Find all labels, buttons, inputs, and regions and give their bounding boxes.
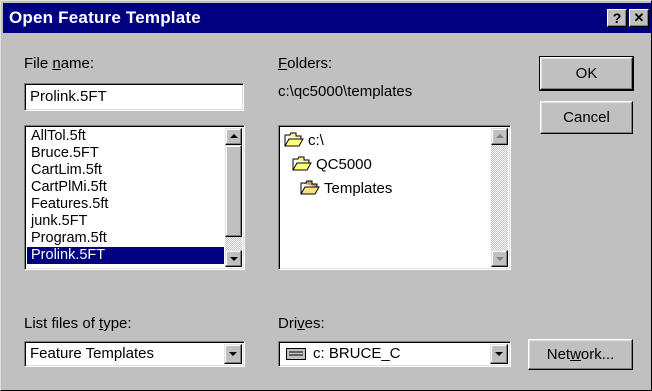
up-arrow-icon	[496, 134, 504, 138]
file-type-value: Feature Templates	[30, 345, 154, 362]
folder-tree-scrollbar[interactable]	[491, 128, 508, 267]
network-button[interactable]: Network...	[528, 339, 633, 370]
scroll-track[interactable]	[225, 237, 242, 250]
dialog-title: Open Feature Template	[9, 8, 201, 27]
down-arrow-icon	[496, 257, 504, 261]
chevron-down-icon	[495, 352, 503, 356]
scroll-thumb[interactable]	[225, 145, 242, 237]
up-arrow-icon	[230, 134, 238, 138]
file-name-value: Prolink.5FT	[30, 88, 107, 105]
file-list-scrollbar[interactable]	[225, 128, 242, 267]
drive-icon	[286, 348, 306, 360]
file-list-item[interactable]: CartPlMi.5ft	[27, 179, 224, 196]
file-type-dropdown-button[interactable]	[224, 344, 242, 364]
open-feature-template-dialog: Open Feature Template ? ✕ File name: Pro…	[0, 0, 652, 391]
file-type-select[interactable]: Feature Templates	[24, 341, 245, 367]
folder-label: Templates	[324, 180, 393, 197]
current-path: c:\qc5000\templates	[278, 83, 413, 100]
folder-label: c:\	[308, 132, 324, 149]
drives-select[interactable]: c: BRUCE_C	[278, 341, 511, 367]
file-name-input[interactable]: Prolink.5FT	[24, 83, 244, 111]
down-arrow-icon	[230, 257, 238, 261]
file-list-item-selected[interactable]: Prolink.5FT	[27, 247, 224, 264]
folders-label: Folders:	[278, 55, 333, 72]
file-list-item[interactable]: CartLim.5ft	[27, 162, 224, 179]
cancel-button[interactable]: Cancel	[540, 101, 633, 134]
folder-label: QC5000	[316, 156, 372, 173]
scroll-up-button[interactable]	[225, 128, 242, 145]
scroll-track[interactable]	[491, 145, 508, 250]
scroll-down-button[interactable]	[225, 250, 242, 267]
file-list-items: AllTol.5ft Bruce.5FT CartLim.5ft CartPlM…	[27, 128, 224, 264]
ok-button[interactable]: OK	[539, 56, 634, 91]
scroll-up-button[interactable]	[491, 128, 508, 145]
drives-dropdown-button[interactable]	[490, 344, 508, 364]
title-bar[interactable]: Open Feature Template ? ✕	[3, 3, 651, 33]
open-folder-icon	[292, 156, 312, 171]
file-list-item[interactable]: Program.5ft	[27, 230, 224, 247]
file-type-label: List files of type:	[24, 315, 132, 332]
drives-label: Drives:	[278, 315, 325, 332]
scroll-down-button[interactable]	[491, 250, 508, 267]
open-folder-icon	[300, 180, 320, 195]
file-list-item[interactable]: Bruce.5FT	[27, 145, 224, 162]
close-button[interactable]: ✕	[629, 9, 649, 27]
open-folder-icon	[284, 132, 304, 147]
file-list-item[interactable]: AllTol.5ft	[27, 128, 224, 145]
chevron-down-icon	[229, 352, 237, 356]
drives-value: c: BRUCE_C	[313, 345, 401, 362]
file-list-item[interactable]: Features.5ft	[27, 196, 224, 213]
file-list[interactable]: AllTol.5ft Bruce.5FT CartLim.5ft CartPlM…	[24, 125, 245, 270]
file-list-item[interactable]: junk.5FT	[27, 213, 224, 230]
folder-tree[interactable]: c:\ QC5000 Templates	[278, 125, 511, 270]
help-button[interactable]: ?	[607, 9, 627, 27]
file-name-label: File name:	[24, 55, 95, 72]
